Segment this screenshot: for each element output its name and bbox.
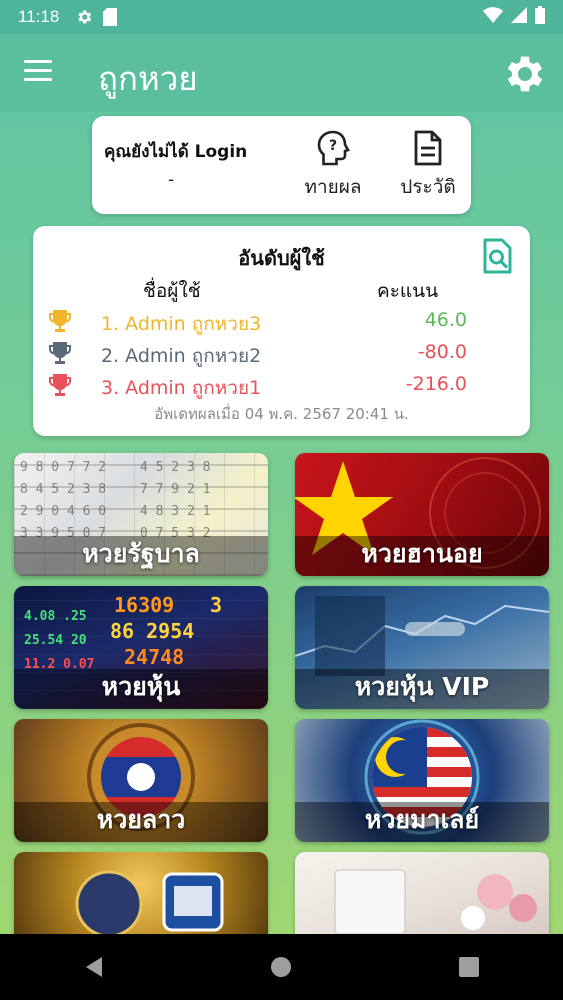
ranking-title: อันดับผู้ใช้ [238,246,325,270]
gear-icon [507,56,543,92]
menu-icon-line [24,78,52,81]
ranking-name: 1. Admin ถูกหวย3 [101,313,262,335]
home-circle-icon [271,957,292,977]
login-card: คุณยังไม่ได้ Login - ? ทายผล ประวัติ [92,116,471,214]
ranking-name: 2. Admin ถูกหวย2 [101,345,262,367]
svg-text:?: ? [329,138,337,154]
system-navigation-bar [0,934,563,1000]
login-status-text: คุณยังไม่ได้ Login [104,142,248,162]
tile-bank-lottery[interactable] [14,852,268,934]
login-user-value: - [168,170,175,190]
tile-stock-vip-lottery[interactable]: หวยหุ้น VIP [295,586,549,709]
ranking-row: 2. Admin ถูกหวย2 -80.0 [33,338,530,370]
predict-label: ทายผล [304,176,362,198]
ranking-name: 3. Admin ถูกหวย1 [101,377,262,399]
document-search-icon [483,238,512,274]
history-button[interactable]: ประวัติ [392,130,464,202]
back-triangle-icon [85,957,102,977]
settings-button[interactable] [499,50,547,98]
wifi-icon [483,6,503,28]
back-button[interactable] [64,947,124,987]
ranking-row: 3. Admin ถูกหวย1 -216.0 [33,370,530,402]
column-header-user: ชื่อผู้ใช้ [143,280,201,302]
bank-emblem-image [75,870,224,934]
battery-icon [535,5,545,29]
svg-text:8 4 5 2 3 8: 8 4 5 2 3 8 [20,482,106,497]
tile-stock-lottery[interactable]: 16309 3 86 2954 24748 4.08 .25 25.54 20 … [14,586,268,709]
tile-malaysia-lottery[interactable]: หวยมาเลย์ [295,719,549,842]
ranking-updated-text: อัพเดทผลเมื่อ 04 พ.ค. 2567 20:41 น. [154,405,409,423]
history-label: ประวัติ [400,176,456,198]
settings-status-icon [75,8,93,26]
menu-icon-line [24,69,52,72]
menu-icon-line [24,60,52,63]
tile-lao-lottery[interactable]: หวยลาว [14,719,268,842]
dream-mug-image [334,869,537,934]
trophy-silver-icon [49,342,71,364]
tile-hanoi-lottery[interactable]: หวยฮานอย [295,453,549,576]
sd-card-icon [103,8,118,26]
signal-icon [511,6,527,28]
ranking-score: 46.0 [424,309,467,331]
recents-button[interactable] [439,947,499,987]
svg-text:9 8 0 7 7 2: 9 8 0 7 7 2 [20,460,106,475]
trophy-bronze-icon [49,374,71,396]
svg-text:4 5 2 3 8: 4 5 2 3 8 [140,460,210,475]
tile-label: หวยฮานอย [361,539,483,568]
ranking-score: -216.0 [405,373,467,395]
svg-text:2 9 0 4 6 0: 2 9 0 4 6 0 [20,504,106,519]
svg-text:7 7 9 2 1: 7 7 9 2 1 [140,482,210,497]
home-button[interactable] [251,947,311,987]
recents-square-icon [459,957,480,977]
app-bar: ถูกหวย [0,34,563,112]
tile-thai-government-lottery[interactable]: 9 8 0 7 7 2 4 5 2 3 8 8 4 5 2 3 8 7 7 9 2 … [14,453,268,576]
tile-label: หวยหุ้น VIP [354,672,490,701]
svg-text:4.08 .25: 4.08 .25 [24,609,87,624]
ranking-card: อันดับผู้ใช้ ชื่อผู้ใช้ คะแนน 1. Admin ถ… [33,226,530,436]
svg-text:86 2954: 86 2954 [110,619,194,643]
svg-text:4 8 3 2 1: 4 8 3 2 1 [140,504,210,519]
column-header-score: คะแนน [377,280,439,302]
svg-text:24748: 24748 [124,645,184,669]
predict-button[interactable]: ? ทายผล [298,130,368,202]
tile-label: หวยมาเลย์ [364,805,480,834]
question-head-icon: ? [317,130,350,166]
svg-text:25.54 20: 25.54 20 [24,633,87,648]
menu-button[interactable] [24,60,52,84]
svg-text:16309: 16309 [114,593,174,617]
tile-dream-lottery[interactable] [295,852,549,934]
status-bar: 11:18 [0,0,563,34]
document-icon [414,130,442,166]
tile-label: หวยลาว [96,805,186,834]
tile-label: หวยรัฐบาล [82,539,200,568]
status-time: 11:18 [18,7,60,26]
tile-label: หวยหุ้น [101,672,181,701]
ranking-search-button[interactable] [482,238,514,274]
ranking-score: -80.0 [417,341,467,363]
trophy-gold-icon [49,310,71,332]
app-title: ถูกหวย [98,59,198,98]
ranking-row: 1. Admin ถูกหวย3 46.0 [33,306,530,338]
svg-text:3: 3 [210,593,222,617]
